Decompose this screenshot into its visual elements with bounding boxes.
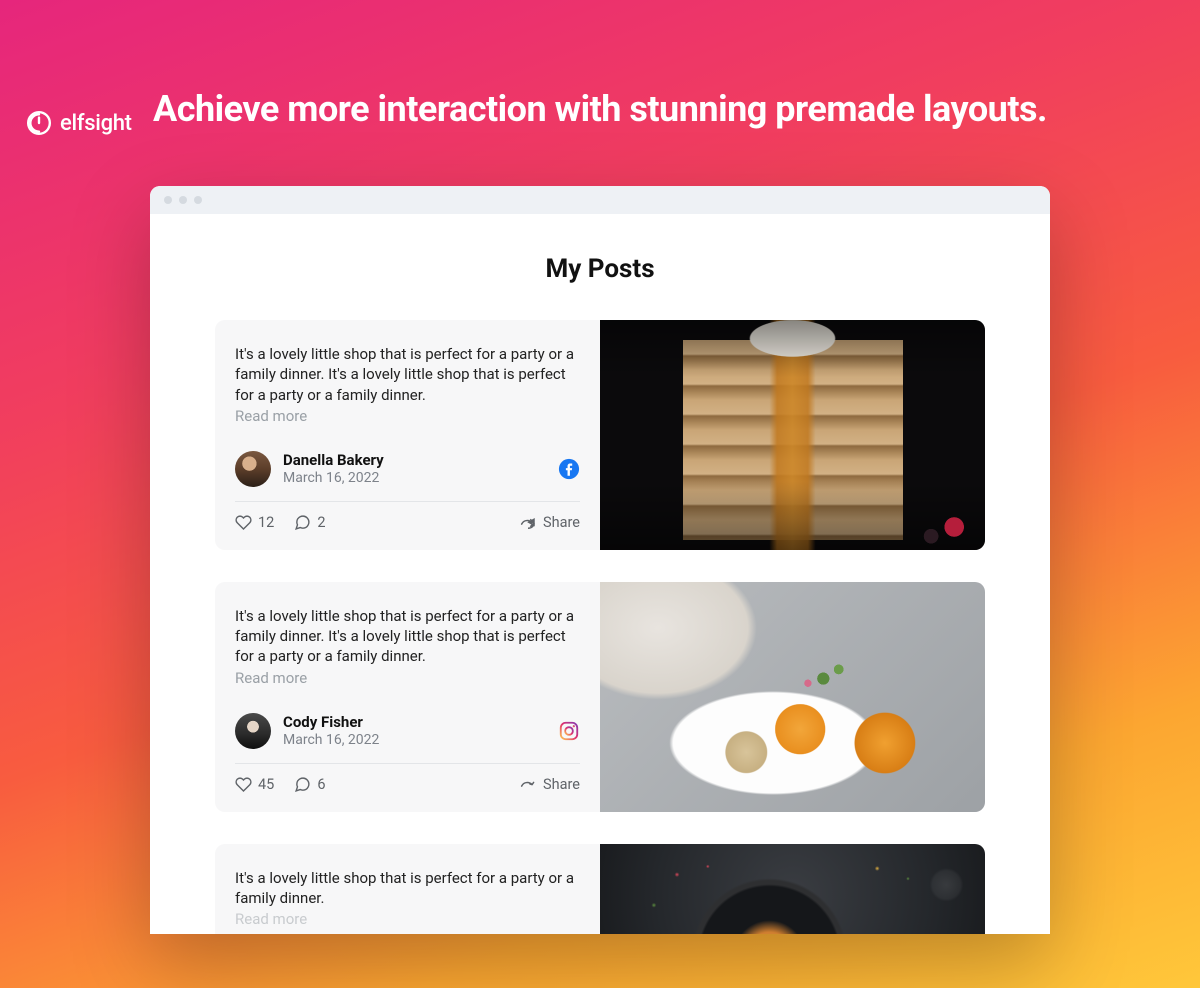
brand-name: elfsight	[60, 111, 132, 136]
comment-button[interactable]: 2	[294, 514, 325, 531]
heart-icon	[235, 776, 252, 793]
comment-icon	[294, 776, 311, 793]
post-date: March 16, 2022	[283, 470, 546, 486]
post-text: It's a lovely little shop that is perfec…	[235, 868, 580, 909]
author-name: Cody Fisher	[283, 713, 546, 731]
divider	[235, 763, 580, 764]
author-name: Danella Bakery	[283, 451, 546, 469]
like-count: 12	[258, 514, 274, 531]
post-text: It's a lovely little shop that is perfec…	[235, 344, 580, 405]
elfsight-logo-icon	[26, 110, 52, 136]
author-avatar[interactable]	[235, 451, 271, 487]
post-image[interactable]	[600, 844, 985, 935]
divider	[235, 501, 580, 502]
brand-logo[interactable]: elfsight	[26, 110, 132, 136]
share-icon	[519, 514, 537, 532]
author-info: Danella Bakery March 16, 2022	[283, 451, 546, 486]
share-label: Share	[543, 514, 580, 531]
post-body: It's a lovely little shop that is perfec…	[215, 844, 600, 935]
share-icon	[519, 776, 537, 794]
post-image[interactable]	[600, 320, 985, 550]
comment-count: 6	[317, 776, 325, 793]
browser-toolbar	[150, 186, 1050, 214]
author-avatar[interactable]	[235, 713, 271, 749]
feed-content: My Posts It's a lovely little shop that …	[150, 214, 1050, 934]
author-row: Cody Fisher March 16, 2022	[235, 713, 580, 749]
window-dot	[194, 196, 202, 204]
page-headline: Achieve more interaction with stunning p…	[0, 88, 1200, 130]
browser-mockup: My Posts It's a lovely little shop that …	[150, 186, 1050, 934]
post-date: March 16, 2022	[283, 732, 546, 748]
read-more-link[interactable]: Read more	[235, 407, 580, 425]
post-text: It's a lovely little shop that is perfec…	[235, 606, 580, 667]
like-count: 45	[258, 776, 274, 793]
like-button[interactable]: 45	[235, 776, 274, 793]
instagram-icon[interactable]	[558, 720, 580, 742]
post-image[interactable]	[600, 582, 985, 812]
post-card: It's a lovely little shop that is perfec…	[215, 582, 985, 812]
post-card: It's a lovely little shop that is perfec…	[215, 844, 985, 935]
share-label: Share	[543, 776, 580, 793]
feed-title: My Posts	[215, 254, 985, 284]
comment-icon	[294, 514, 311, 531]
post-card: It's a lovely little shop that is perfec…	[215, 320, 985, 550]
share-button[interactable]: Share	[519, 776, 580, 794]
share-button[interactable]: Share	[519, 514, 580, 532]
window-dot	[164, 196, 172, 204]
window-dot	[179, 196, 187, 204]
heart-icon	[235, 514, 252, 531]
post-actions: 45 6 Share	[235, 776, 580, 794]
like-button[interactable]: 12	[235, 514, 274, 531]
post-actions: 12 2 Share	[235, 514, 580, 532]
read-more-link[interactable]: Read more	[235, 669, 580, 687]
comment-count: 2	[317, 514, 325, 531]
author-info: Cody Fisher March 16, 2022	[283, 713, 546, 748]
author-row: Danella Bakery March 16, 2022	[235, 451, 580, 487]
comment-button[interactable]: 6	[294, 776, 325, 793]
post-body: It's a lovely little shop that is perfec…	[215, 320, 600, 550]
post-body: It's a lovely little shop that is perfec…	[215, 582, 600, 812]
read-more-link[interactable]: Read more	[235, 910, 580, 928]
facebook-icon[interactable]	[558, 458, 580, 480]
